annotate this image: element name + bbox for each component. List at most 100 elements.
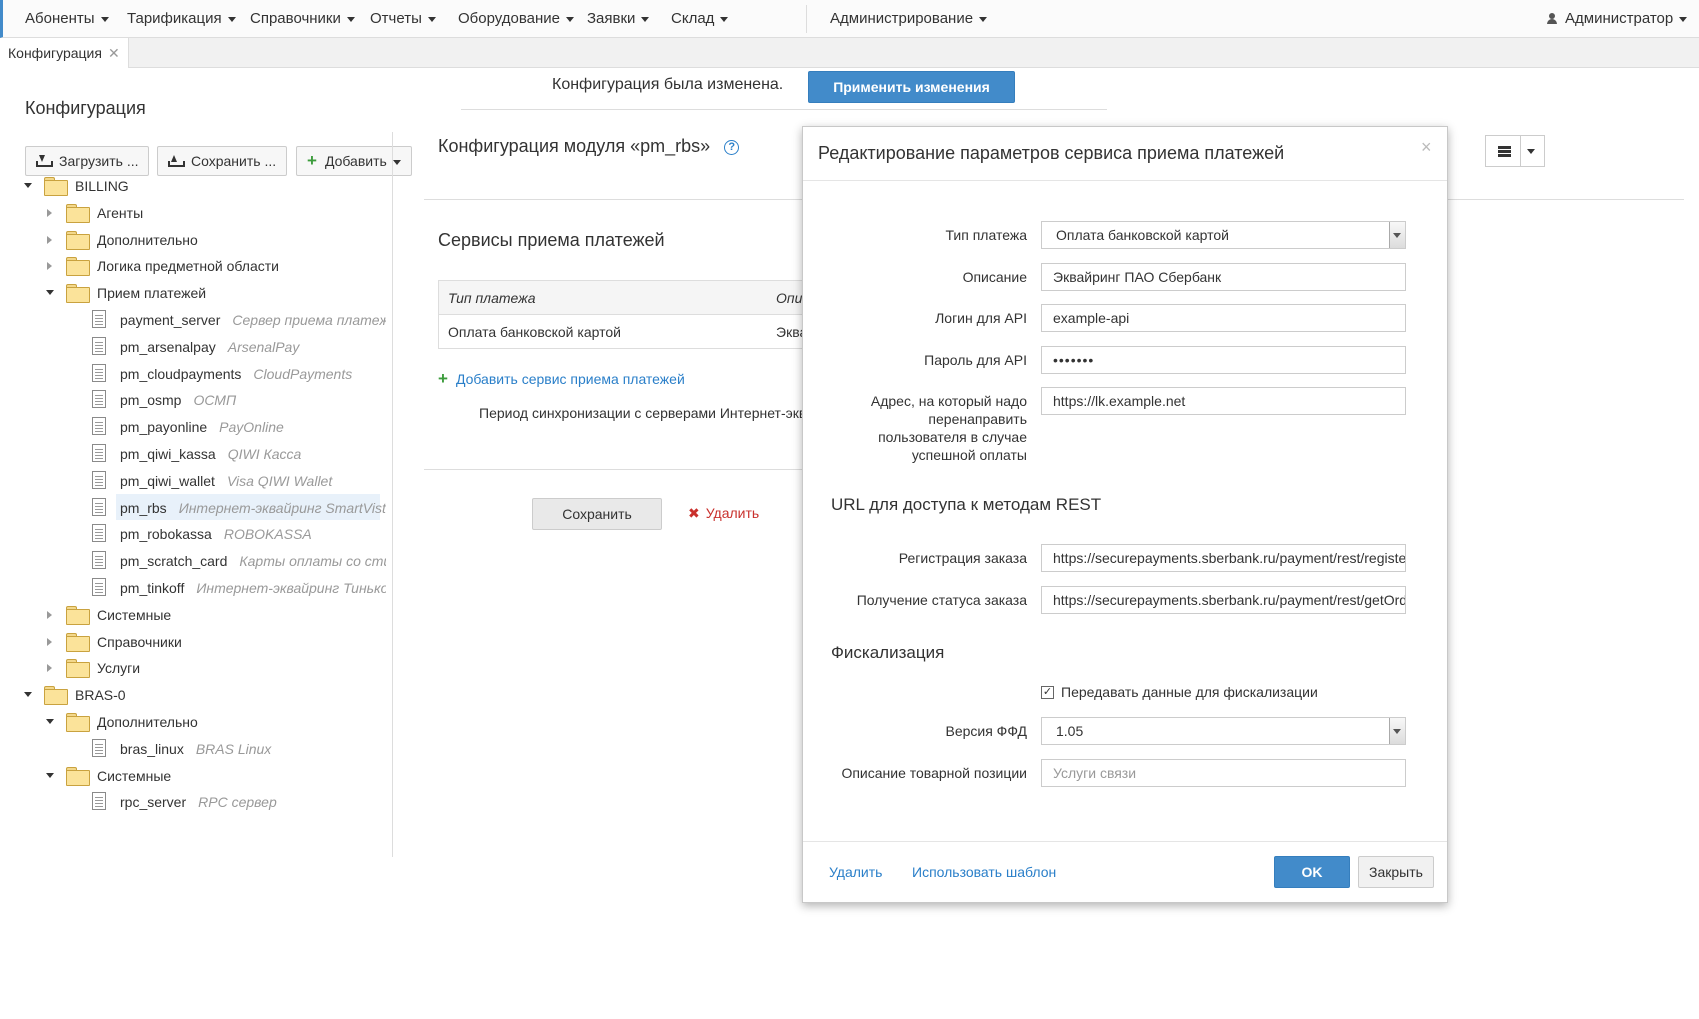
tree-item[interactable]: bras_linux BRAS Linux	[0, 737, 390, 761]
document-icon	[92, 337, 106, 355]
redirect-url-label: Адрес, на который надо перенаправить пол…	[870, 393, 1027, 463]
tree-label: rpc_server	[120, 794, 187, 810]
expand-right-icon[interactable]	[47, 664, 52, 672]
tree-item-text: pm_payonline PayOnline	[120, 415, 386, 439]
description-field[interactable]: Эквайринг ПАО Сбербанк	[1041, 263, 1406, 291]
tree-folder[interactable]: Справочники	[0, 630, 390, 654]
tree-item[interactable]: rpc_server RPC сервер	[0, 790, 390, 814]
tree-folder[interactable]: BRAS-0	[0, 683, 390, 707]
tree-description: ArsenalPay	[227, 339, 300, 355]
tree-folder[interactable]: BILLING	[0, 174, 390, 198]
ffd-version-select[interactable]: 1.05	[1041, 717, 1406, 745]
tree-item[interactable]: pm_arsenalpay ArsenalPay	[0, 335, 390, 359]
tree-item[interactable]: pm_qiwi_kassa QIWI Касса	[0, 442, 390, 466]
tree-folder[interactable]: Прием платежей	[0, 281, 390, 305]
order-register-url-field[interactable]: https://securepayments.sberbank.ru/payme…	[1041, 544, 1406, 572]
nav-menu-requests[interactable]: Заявки	[587, 0, 650, 38]
expand-down-icon[interactable]	[46, 773, 54, 778]
tree-item[interactable]: payment_server Сервер приема платежей	[0, 308, 390, 332]
api-password-field[interactable]: •••••••	[1041, 346, 1406, 374]
expand-right-icon[interactable]	[47, 638, 52, 646]
expand-down-icon[interactable]	[24, 692, 32, 697]
expand-right-icon[interactable]	[47, 611, 52, 619]
tree-folder[interactable]: Логика предметной области	[0, 254, 390, 278]
list-icon	[1498, 146, 1511, 157]
redirect-url-field[interactable]: https://lk.example.net	[1041, 387, 1406, 415]
tree-item-text: pm_cloudpayments CloudPayments	[120, 362, 386, 386]
nav-menu-warehouse[interactable]: Склад	[671, 0, 729, 38]
download-icon	[36, 155, 53, 167]
rest-section-title: URL для доступа к методам REST	[831, 495, 1102, 514]
tree-item[interactable]: pm_tinkoff Интернет-эквайринг Тинькоф	[0, 576, 390, 600]
expand-down-icon[interactable]	[46, 290, 54, 295]
add-button[interactable]: + Добавить	[296, 146, 412, 176]
ok-button[interactable]: OK	[1274, 856, 1350, 888]
user-icon	[1547, 13, 1557, 24]
add-service-link[interactable]: + Добавить сервис приема платежей	[438, 369, 685, 389]
expand-down-icon[interactable]	[24, 183, 32, 188]
chevron-down-icon	[979, 16, 988, 22]
delete-link[interactable]: ✖ Удалить	[688, 505, 759, 522]
folder-icon	[66, 231, 90, 250]
tree-item[interactable]: pm_payonline PayOnline	[0, 415, 390, 439]
close-icon[interactable]: ✕	[108, 45, 120, 61]
save-config-button[interactable]: Сохранить ...	[157, 146, 288, 176]
tab-configuration[interactable]: Конфигурация ✕	[0, 38, 129, 68]
nav-menu-administration[interactable]: Администрирование	[830, 0, 988, 38]
fiscal-send-label[interactable]: Передавать данные для фискализации	[1061, 684, 1318, 700]
expand-right-icon[interactable]	[47, 236, 52, 244]
item-description-field[interactable]: Услуги связи	[1041, 759, 1406, 787]
nav-menu-subscribers[interactable]: Абоненты	[25, 0, 109, 38]
user-menu[interactable]: Администратор	[1547, 0, 1688, 38]
chevron-down-icon	[1527, 149, 1535, 154]
tree-item[interactable]: pm_qiwi_wallet Visa QIWI Wallet	[0, 469, 390, 493]
tree-folder[interactable]: Агенты	[0, 201, 390, 225]
document-icon	[92, 551, 106, 569]
nav-menu-reports[interactable]: Отчеты	[370, 0, 436, 38]
edit-service-dialog: Редактирование параметров сервиса приема…	[802, 126, 1448, 903]
order-status-url-field[interactable]: https://securepayments.sberbank.ru/payme…	[1041, 586, 1406, 614]
tree-item[interactable]: pm_rbs Интернет-эквайринг SmartVista	[0, 496, 390, 520]
tree-folder[interactable]: Системные	[0, 603, 390, 627]
payment-type-label: Тип платежа	[945, 227, 1028, 243]
expand-right-icon[interactable]	[47, 262, 52, 270]
help-icon[interactable]: ?	[724, 140, 740, 155]
ffd-version-label: Версия ФФД	[945, 723, 1027, 739]
tree-item[interactable]: pm_scratch_card Карты оплаты со стира	[0, 549, 390, 573]
use-template-link[interactable]: Использовать шаблон	[912, 864, 1056, 880]
document-icon	[92, 310, 106, 328]
dialog-header-divider	[803, 180, 1447, 181]
tree-folder[interactable]: Дополнительно	[0, 228, 390, 252]
expand-right-icon[interactable]	[47, 209, 52, 217]
tree-folder[interactable]: Услуги	[0, 656, 390, 680]
tree-item[interactable]: pm_cloudpayments CloudPayments	[0, 362, 390, 386]
view-dropdown-toggle[interactable]	[1520, 135, 1545, 167]
tree-item-text: bras_linux BRAS Linux	[120, 737, 386, 761]
tree-item[interactable]: pm_robokassa ROBOKASSA	[0, 522, 390, 546]
load-button[interactable]: Загрузить ...	[25, 146, 150, 176]
fiscal-send-checkbox[interactable]: ✓	[1041, 686, 1054, 699]
column-header-payment-type[interactable]: Тип платежа	[448, 281, 536, 315]
expand-down-icon[interactable]	[46, 719, 54, 724]
section-divider	[424, 469, 804, 470]
tree-folder[interactable]: Дополнительно	[0, 710, 390, 734]
tree-item[interactable]: pm_osmp ОСМП	[0, 388, 390, 412]
tree-folder[interactable]: Системные	[0, 764, 390, 788]
tree-description: QIWI Касса	[227, 446, 302, 462]
folder-icon	[66, 606, 90, 625]
nav-divider	[806, 5, 807, 33]
payment-type-select[interactable]: Оплата банковской картой	[1041, 221, 1406, 249]
nav-menu-equipment[interactable]: Оборудование	[458, 0, 575, 38]
close-button[interactable]: Закрыть	[1358, 856, 1434, 888]
apply-changes-button[interactable]: Применить изменения	[808, 71, 1015, 103]
tree-description: ROBOKASSA	[223, 526, 312, 542]
dialog-delete-link[interactable]: Удалить	[829, 864, 882, 880]
tree-item-text: pm_qiwi_wallet Visa QIWI Wallet	[120, 469, 386, 493]
close-icon[interactable]: ×	[1421, 137, 1432, 158]
api-login-field[interactable]: example-api	[1041, 304, 1406, 332]
save-button[interactable]: Сохранить	[532, 498, 662, 530]
nav-menu-directories[interactable]: Справочники	[250, 0, 355, 38]
nav-menu-billing[interactable]: Тарификация	[127, 0, 236, 38]
list-view-button[interactable]	[1485, 135, 1521, 167]
table-row[interactable]: Оплата банковской картой Эква	[439, 315, 818, 348]
